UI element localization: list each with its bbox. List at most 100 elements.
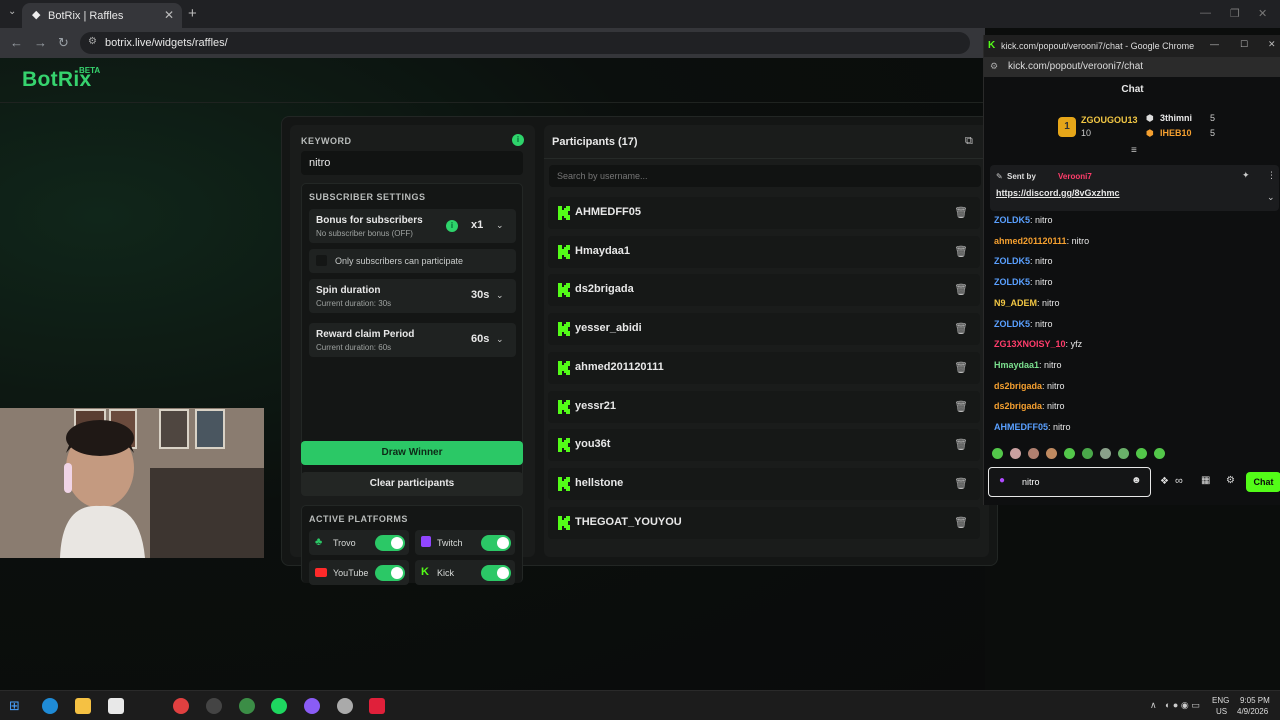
delete-participant-icon[interactable]: 🗑 — [954, 438, 968, 451]
participant-name[interactable]: AHMEDFF05 — [575, 206, 641, 218]
popup-close-icon[interactable]: ✕ — [1268, 39, 1276, 50]
participant-name[interactable]: yesser_abidi — [575, 322, 642, 334]
clock-time[interactable]: 9:05 PM — [1240, 696, 1270, 705]
chat-username[interactable]: ZG13XNOISY_10 — [994, 339, 1066, 349]
chat-username[interactable]: N9_ADEM — [994, 298, 1037, 308]
pinned-link[interactable]: https://discord.gg/8vGxzhmc — [996, 188, 1120, 198]
emote-icon[interactable] — [1100, 448, 1111, 459]
delete-participant-icon[interactable]: 🗑 — [954, 516, 968, 529]
send-chat-button[interactable]: Chat — [1246, 472, 1280, 492]
adobe-icon[interactable] — [369, 698, 385, 714]
site-info-icon[interactable]: ⚙ — [88, 36, 97, 47]
windows-start-icon[interactable]: ⊞ — [9, 698, 20, 714]
copy-icon[interactable]: ⧉ — [965, 135, 973, 148]
reload-icon[interactable]: ↻ — [58, 35, 69, 51]
bonus-select[interactable]: x1 — [471, 219, 483, 231]
chat-username[interactable]: ahmed201120111 — [994, 236, 1067, 246]
settings-gear-icon[interactable]: ⚙ — [1226, 475, 1235, 486]
emote-icon[interactable] — [1082, 448, 1093, 459]
emote-icon[interactable] — [1136, 448, 1147, 459]
participant-name[interactable]: ds2brigada — [575, 283, 634, 295]
chat-username[interactable]: ZOLDK5 — [994, 277, 1030, 287]
only-subs-checkbox[interactable] — [316, 255, 327, 266]
keyword-info-icon[interactable]: i — [512, 134, 524, 146]
microphone-icon[interactable]: ● — [999, 475, 1005, 486]
chevron-down-icon[interactable]: ⌄ — [496, 334, 504, 345]
collapse-leaderboard-icon[interactable]: ≡ — [1131, 145, 1137, 156]
chevron-down-icon[interactable]: ⌄ — [1267, 192, 1275, 203]
chat-username[interactable]: ZOLDK5 — [994, 215, 1030, 225]
participant-name[interactable]: ahmed201120111 — [575, 361, 664, 373]
emote-icon[interactable] — [1118, 448, 1129, 459]
participant-search-input[interactable] — [549, 165, 981, 187]
leader-first-name[interactable]: ZGOUGOU13 — [1081, 115, 1138, 125]
emote-icon[interactable] — [1064, 448, 1075, 459]
trovo-toggle[interactable] — [375, 535, 405, 551]
new-tab-icon[interactable]: + — [188, 5, 197, 22]
edge-icon[interactable] — [42, 698, 58, 714]
twitch-toggle[interactable] — [481, 535, 511, 551]
chat-username[interactable]: ds2brigada — [994, 381, 1042, 391]
participant-name[interactable]: Hmaydaa1 — [575, 245, 630, 257]
url-field[interactable]: ⚙ botrix.live/widgets/raffles/ — [80, 32, 970, 54]
participant-name[interactable]: THEGOAT_YOUYOU — [575, 516, 682, 528]
draw-winner-button[interactable]: Draw Winner — [301, 441, 523, 465]
language-indicator[interactable]: ENG — [1212, 696, 1229, 705]
chat-username[interactable]: AHMEDFF05 — [994, 422, 1048, 432]
app-icon[interactable] — [337, 698, 353, 714]
chrome-icon[interactable] — [239, 698, 255, 714]
delete-participant-icon[interactable]: 🗑 — [954, 477, 968, 490]
participant-name[interactable]: hellstone — [575, 477, 623, 489]
delete-participant-icon[interactable]: 🗑 — [954, 283, 968, 296]
browser-tab-botrix[interactable]: ◆ BotRix | Raffles ✕ — [22, 3, 182, 28]
delete-participant-icon[interactable]: 🗑 — [954, 400, 968, 413]
participant-name[interactable]: yessr21 — [575, 400, 616, 412]
delete-participant-icon[interactable]: 🗑 — [954, 206, 968, 219]
close-tab-icon[interactable]: ✕ — [164, 8, 174, 22]
forward-icon[interactable]: → — [34, 35, 47, 50]
emote-icon[interactable] — [1154, 448, 1165, 459]
infinity-icon[interactable]: ∞ — [1175, 475, 1183, 487]
emote-icon[interactable] — [1028, 448, 1039, 459]
chrome-profile-icon[interactable] — [173, 698, 189, 714]
close-window-icon[interactable]: ✕ — [1258, 7, 1267, 20]
chat-username[interactable]: Hmaydaa1 — [994, 360, 1039, 370]
reward-select[interactable]: 60s — [471, 333, 489, 345]
spotify-icon[interactable] — [271, 698, 287, 714]
chevron-down-icon[interactable]: ⌄ — [496, 220, 504, 231]
tray-icons[interactable]: ◐ ● ◉ ▭ — [1165, 700, 1200, 711]
clear-participants-button[interactable]: Clear participants — [301, 472, 523, 496]
spin-select[interactable]: 30s — [471, 289, 489, 301]
restore-icon[interactable]: ❐ — [1230, 7, 1240, 20]
chat-username[interactable]: ZOLDK5 — [994, 256, 1030, 266]
file-explorer-icon[interactable] — [75, 698, 91, 714]
delete-participant-icon[interactable]: 🗑 — [954, 361, 968, 374]
chevron-down-icon[interactable]: ⌄ — [496, 290, 504, 301]
back-icon[interactable]: ← — [10, 35, 23, 50]
tray-chevron-icon[interactable]: ∧ — [1150, 700, 1157, 711]
chat-input[interactable]: nitro — [1022, 477, 1040, 487]
site-info-icon[interactable]: ⚙ — [990, 61, 998, 72]
kick-toggle[interactable] — [481, 565, 511, 581]
minimize-icon[interactable]: — — [1200, 7, 1211, 19]
emote-icon[interactable] — [1010, 448, 1021, 459]
emote-icon[interactable] — [1046, 448, 1057, 459]
discord-icon[interactable] — [304, 698, 320, 714]
delete-participant-icon[interactable]: 🗑 — [954, 245, 968, 258]
obs-icon[interactable] — [206, 698, 222, 714]
unpin-icon[interactable]: ✦ — [1242, 170, 1250, 181]
pinned-user[interactable]: Verooni7 — [1058, 172, 1092, 181]
store-icon[interactable]: ▦ — [1201, 475, 1210, 486]
delete-participant-icon[interactable]: 🗑 — [954, 322, 968, 335]
more-icon[interactable]: ⋮ — [1267, 170, 1276, 181]
only-subs-row[interactable]: Only subscribers can participate — [309, 249, 516, 273]
channel-points-icon[interactable]: ❖ — [1160, 476, 1169, 487]
tab-search-icon[interactable]: ⌄ — [8, 6, 16, 17]
leader-third-name[interactable]: IHEB10 — [1160, 128, 1192, 138]
chat-username[interactable]: ds2brigada — [994, 401, 1042, 411]
keyword-input[interactable]: nitro — [301, 151, 523, 175]
popup-minimize-icon[interactable]: — — [1210, 39, 1219, 49]
chat-input-box[interactable]: ● nitro ☻ — [988, 467, 1151, 497]
store-app-icon[interactable] — [108, 698, 124, 714]
bonus-info-icon[interactable]: i — [446, 220, 458, 232]
